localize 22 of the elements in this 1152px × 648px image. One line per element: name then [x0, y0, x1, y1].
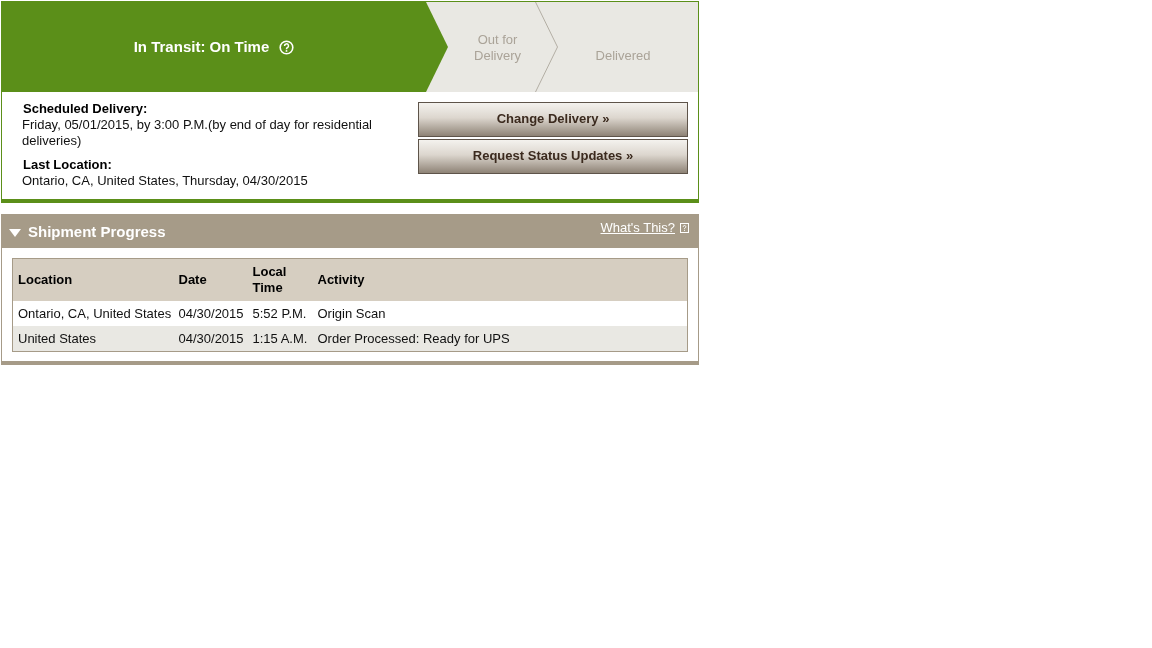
column-header: Date [173, 258, 248, 301]
field-value: Ontario, CA, United States, Thursday, 04/30/2015 [22, 173, 309, 189]
field-label: Scheduled Delivery: [22, 101, 149, 117]
action-button[interactable]: Change Delivery » [418, 102, 688, 137]
table-cell: Order Processed: Ready for UPS [312, 325, 688, 351]
collapse-triangle-icon[interactable] [9, 228, 21, 237]
step-label: In Transit: On Time [133, 39, 270, 55]
column-header: Location [12, 258, 174, 301]
step-label: Out for Delivery [473, 32, 522, 64]
column-header: Local Time [247, 258, 313, 301]
action-button[interactable]: Request Status Updates » [418, 139, 688, 174]
column-header: Activity [312, 258, 688, 301]
help-icon[interactable] [279, 39, 295, 55]
table-cell: Origin Scan [312, 300, 688, 326]
field-label: Last Location: [22, 157, 113, 173]
step-label: Delivered [595, 48, 651, 64]
table-cell: 04/30/2015 [173, 325, 248, 351]
table-cell: United States [12, 325, 174, 351]
panel-title: Shipment Progress [28, 223, 166, 240]
help-box-icon[interactable] [680, 223, 689, 233]
table-cell: Ontario, CA, United States [12, 300, 174, 326]
field-value: Friday, 05/01/2015, by 3:00 P.M.(by end of day for residential deliveries) [22, 117, 373, 149]
